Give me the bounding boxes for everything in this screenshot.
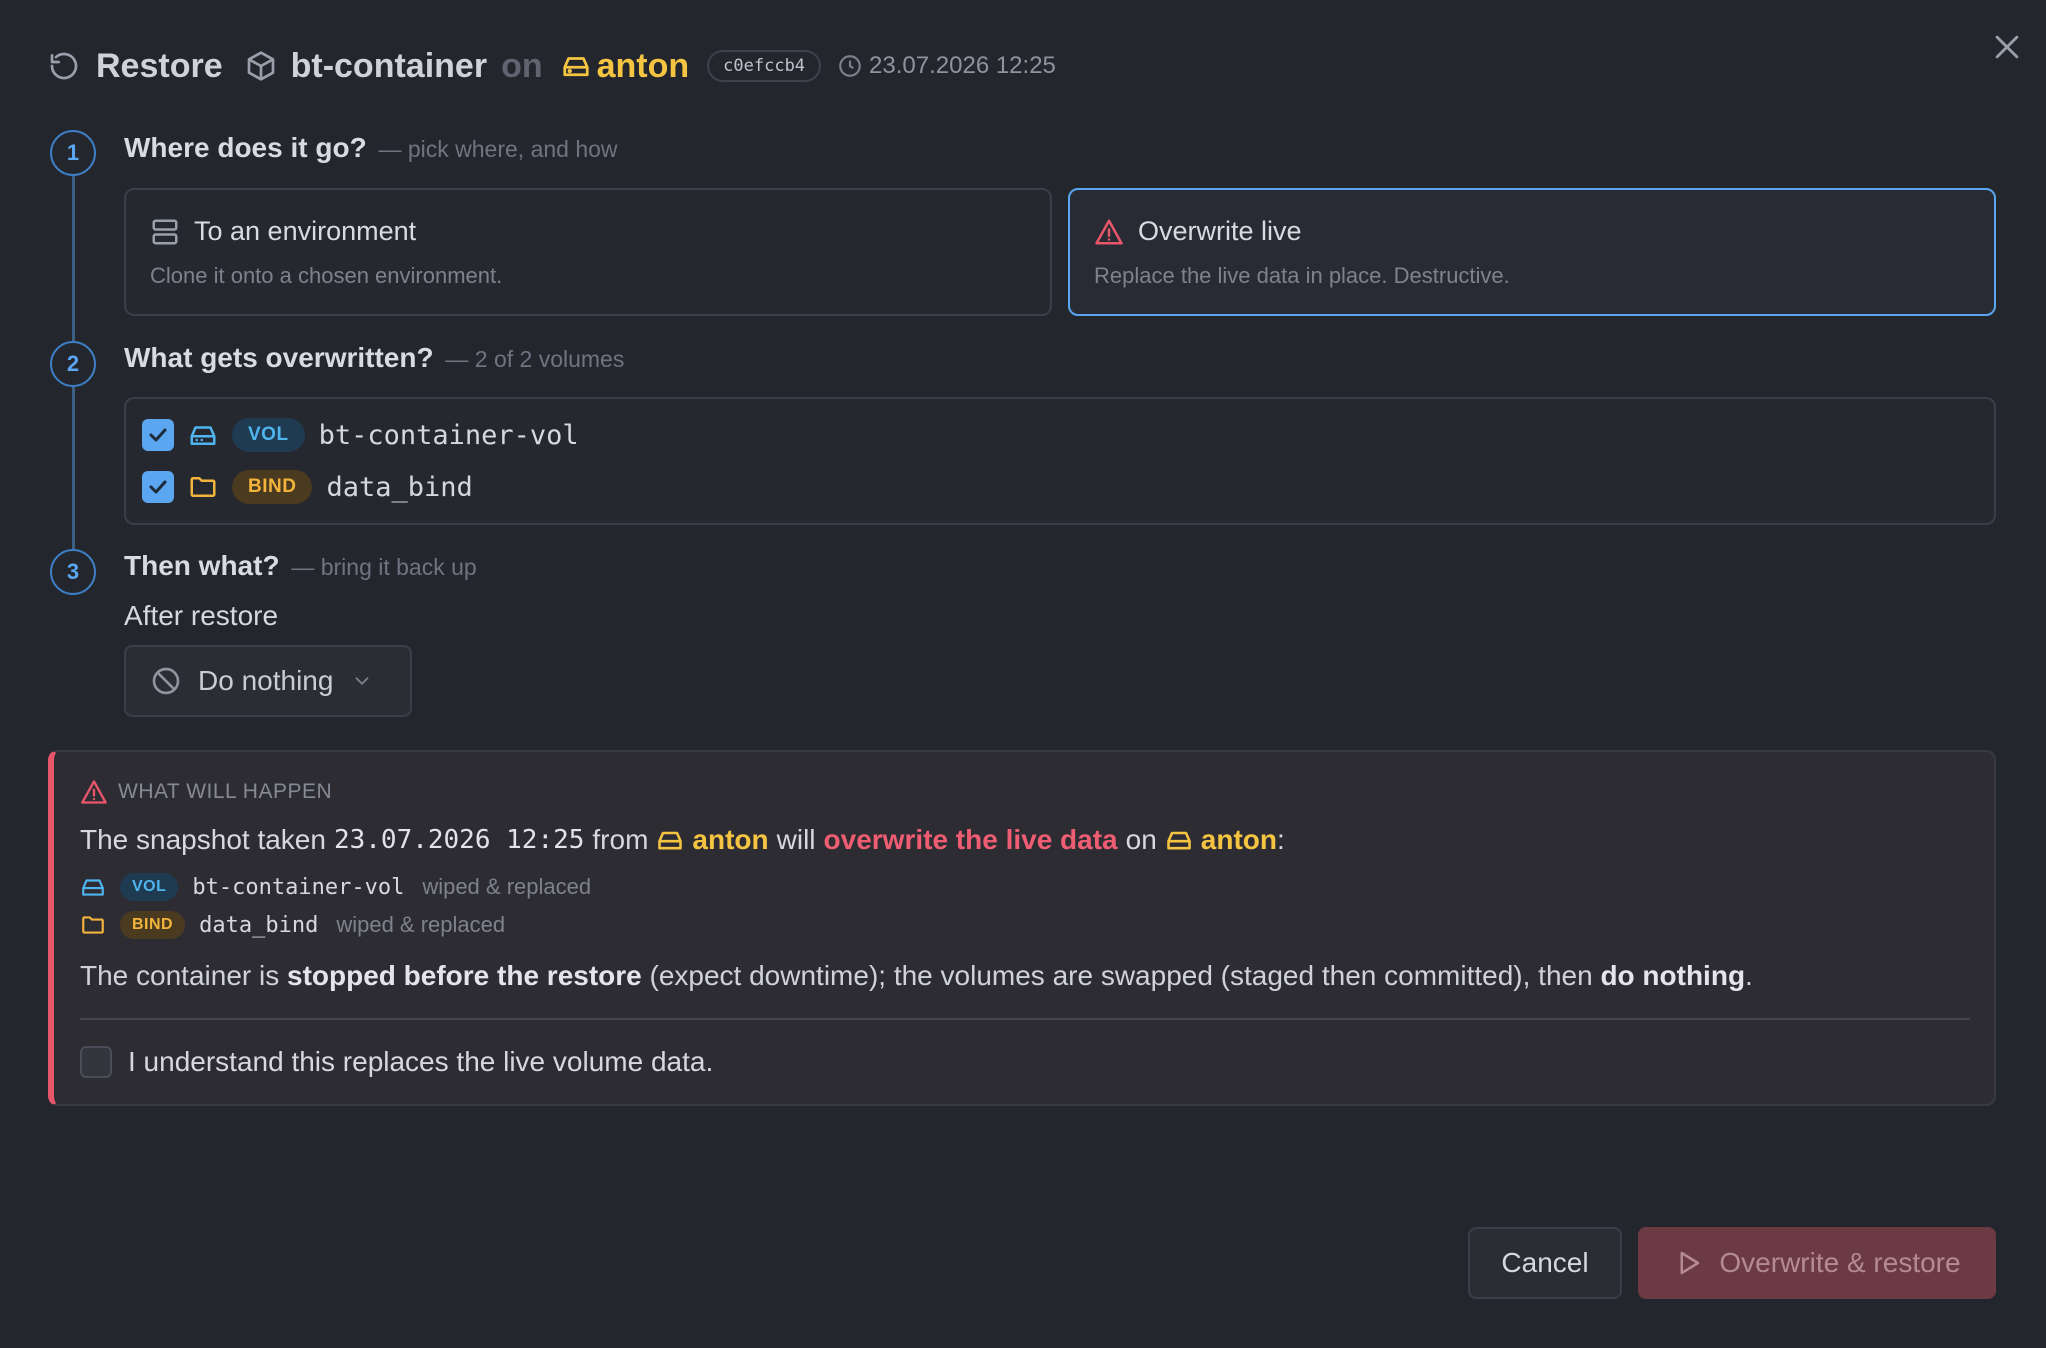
after-restore-value: Do nothing bbox=[198, 665, 334, 696]
option-to-environment[interactable]: To an environment Clone it onto a chosen… bbox=[124, 188, 1052, 316]
option-title: To an environment bbox=[194, 216, 417, 246]
button-label: Overwrite & restore bbox=[1719, 1247, 1961, 1278]
step-3-title: Then what? bbox=[124, 550, 280, 581]
volume-status: wiped & replaced bbox=[422, 874, 592, 899]
step-1-subtitle: — pick where, and how bbox=[378, 136, 618, 162]
warning-icon bbox=[80, 778, 108, 806]
affected-volume-row: VOL bt-container-vol wiped & replaced bbox=[80, 872, 591, 902]
snapshot-hash: c0efccb4 bbox=[707, 50, 822, 82]
play-icon bbox=[1673, 1248, 1703, 1278]
downtime-summary: The container is stopped before the rest… bbox=[80, 960, 1753, 992]
panel-heading: WHAT WILL HAPPEN bbox=[118, 780, 333, 803]
sentence-text: from bbox=[592, 824, 649, 855]
affected-volume-row: BIND data_bind wiped & replaced bbox=[80, 910, 505, 940]
option-description: Replace the live data in place. Destruct… bbox=[1094, 263, 1510, 288]
option-description: Clone it onto a chosen environment. bbox=[150, 263, 503, 288]
danger-text: overwrite the live data bbox=[823, 824, 1118, 855]
folder-icon bbox=[188, 472, 218, 502]
sentence-text: will bbox=[776, 824, 816, 855]
bind-badge: BIND bbox=[232, 470, 313, 504]
ban-icon bbox=[150, 665, 182, 697]
restore-icon bbox=[48, 50, 80, 82]
step-2-number: 2 bbox=[50, 341, 96, 387]
after-restore-label: After restore bbox=[124, 600, 279, 631]
summary-text: (expect downtime); the volumes are swapp… bbox=[641, 960, 1601, 991]
summary-bold: do nothing bbox=[1600, 960, 1746, 991]
sentence-text: : bbox=[1277, 824, 1285, 855]
step-2-subtitle: — 2 of 2 volumes bbox=[445, 346, 625, 372]
host-name: anton bbox=[596, 46, 690, 85]
host-name: anton bbox=[1200, 824, 1277, 855]
host-drive-icon bbox=[658, 831, 683, 850]
drive-icon bbox=[80, 874, 106, 900]
summary-sentence: The snapshot taken 23.07.2026 12:25 from… bbox=[80, 824, 1285, 856]
bind-badge: BIND bbox=[120, 911, 186, 939]
on-label: on bbox=[501, 46, 543, 85]
step-3-number: 3 bbox=[50, 549, 96, 595]
after-restore-select[interactable]: Do nothing bbox=[124, 645, 412, 717]
volume-checkbox[interactable] bbox=[142, 471, 174, 503]
volume-checkbox[interactable] bbox=[142, 419, 174, 451]
step-2-title: What gets overwritten? bbox=[124, 342, 434, 373]
drive-icon bbox=[188, 420, 218, 450]
folder-icon bbox=[80, 912, 106, 938]
divider bbox=[80, 1018, 1970, 1020]
step-2-heading: What gets overwritten? — 2 of 2 volumes bbox=[124, 342, 624, 374]
sentence-text: on bbox=[1125, 824, 1157, 855]
volume-list: VOL bt-container-vol BIND data_bind bbox=[124, 397, 1996, 525]
volume-name: bt-container-vol bbox=[318, 419, 579, 451]
acknowledge-label: I understand this replaces the live volu… bbox=[128, 1046, 714, 1077]
step-1-heading: Where does it go? — pick where, and how bbox=[124, 132, 618, 164]
volume-row: VOL bt-container-vol bbox=[142, 417, 579, 453]
target-host: anton bbox=[1165, 824, 1277, 856]
option-title: Overwrite live bbox=[1138, 216, 1302, 246]
host-drive-icon bbox=[561, 51, 591, 81]
volume-name: data_bind bbox=[199, 912, 319, 938]
volume-status: wiped & replaced bbox=[336, 912, 506, 937]
vol-badge: VOL bbox=[232, 418, 305, 452]
summary-text: . bbox=[1745, 960, 1753, 991]
host-drive-icon bbox=[1166, 831, 1191, 850]
what-will-happen-panel: WHAT WILL HAPPEN The snapshot taken 23.0… bbox=[48, 750, 1996, 1106]
dialog-header: Restore bt-container on anton c0efccb4 2… bbox=[48, 40, 1056, 92]
sentence-text: The snapshot taken bbox=[80, 824, 326, 855]
volume-name: data_bind bbox=[326, 471, 473, 503]
snapshot-date: 23.07.2026 12:25 bbox=[869, 52, 1056, 79]
dialog-title: Restore bbox=[96, 46, 223, 85]
step-1-title: Where does it go? bbox=[124, 132, 367, 163]
overwrite-restore-button[interactable]: Overwrite & restore bbox=[1638, 1227, 1996, 1299]
volume-name: bt-container-vol bbox=[192, 874, 405, 900]
step-3-subtitle: — bring it back up bbox=[291, 554, 477, 580]
acknowledge-checkbox[interactable]: I understand this replaces the live volu… bbox=[80, 1046, 713, 1078]
checkbox-box[interactable] bbox=[80, 1046, 112, 1078]
summary-bold: stopped before the restore bbox=[287, 960, 642, 991]
option-overwrite-live[interactable]: Overwrite live Replace the live data in … bbox=[1068, 188, 1996, 316]
step-1-number: 1 bbox=[50, 130, 96, 176]
snapshot-date: 23.07.2026 12:25 bbox=[333, 825, 585, 855]
cancel-button[interactable]: Cancel bbox=[1468, 1227, 1622, 1299]
vol-badge: VOL bbox=[120, 873, 179, 901]
summary-text: The container is bbox=[80, 960, 287, 991]
clock-icon bbox=[837, 53, 863, 79]
chevron-down-icon bbox=[351, 670, 373, 692]
step-3-heading: Then what? — bring it back up bbox=[124, 550, 477, 582]
volume-row: BIND data_bind bbox=[142, 469, 473, 505]
container-icon bbox=[245, 50, 277, 82]
host-name: anton bbox=[692, 824, 769, 855]
close-icon[interactable] bbox=[1990, 30, 2024, 64]
source-host: anton bbox=[656, 824, 769, 856]
server-icon bbox=[150, 217, 180, 247]
warning-icon bbox=[1094, 217, 1124, 247]
container-name: bt-container bbox=[290, 46, 488, 85]
